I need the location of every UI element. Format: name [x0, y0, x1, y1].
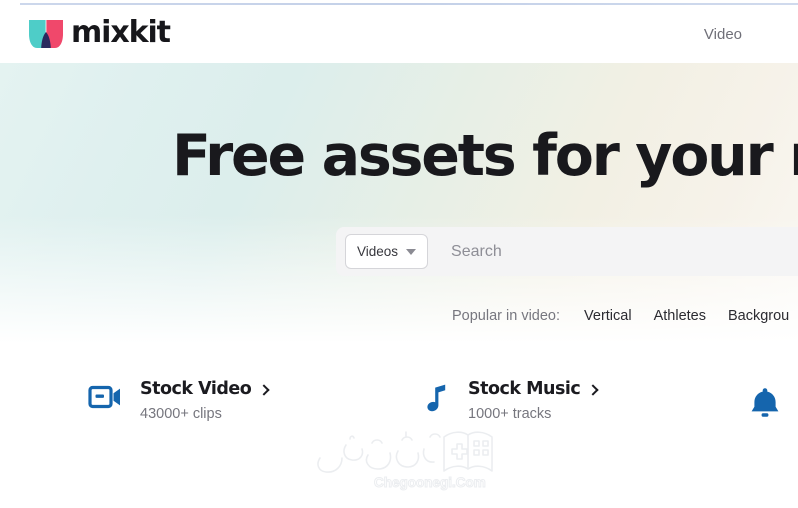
popular-link-athletes[interactable]: Athletes [654, 308, 706, 324]
card-stock-music[interactable]: Stock Music 1000+ tracks [424, 379, 599, 423]
search-bar: Videos [336, 227, 798, 276]
card-stock-video-title-label: Stock Video [140, 379, 252, 399]
card-stock-video[interactable]: Stock Video 43000+ clips [88, 379, 270, 423]
card-stock-video-text: Stock Video 43000+ clips [140, 379, 270, 423]
card-stock-music-title-label: Stock Music [468, 379, 581, 399]
notification-bell-button[interactable] [748, 385, 782, 426]
search-input[interactable] [451, 227, 798, 276]
popular-link-vertical[interactable]: Vertical [584, 308, 632, 324]
brand-logo[interactable]: mixkit [28, 15, 171, 50]
bell-icon [751, 388, 779, 417]
category-cards: Stock Video 43000+ clips Stock Music 100… [0, 375, 798, 445]
chevron-right-icon [258, 383, 270, 396]
card-stock-music-title: Stock Music [468, 379, 599, 399]
music-note-icon [427, 384, 446, 412]
card-stock-music-text: Stock Music 1000+ tracks [468, 379, 599, 423]
card-stock-music-subtitle: 1000+ tracks [468, 406, 552, 423]
watermark-text: Chegoonegi.Com [374, 475, 486, 490]
site-header: mixkit Video [0, 5, 798, 63]
card-stock-video-title: Stock Video [140, 379, 270, 399]
video-camera-icon [88, 385, 120, 409]
popular-label: Popular in video: [452, 308, 561, 324]
card-stock-video-subtitle: 43000+ clips [140, 406, 222, 423]
main-nav: Video [676, 5, 798, 63]
brand-name: mixkit [71, 15, 171, 50]
nav-item-video[interactable]: Video [676, 26, 770, 43]
popular-searches: Popular in video: Vertical Athletes Back… [452, 308, 789, 324]
chevron-right-icon [587, 383, 599, 396]
search-category-dropdown[interactable]: Videos [345, 234, 429, 269]
mixkit-bowtie-logo-icon [29, 20, 63, 48]
popular-link-backgrounds[interactable]: Backgrou [728, 308, 789, 324]
chevron-down-icon [406, 248, 417, 255]
page-title: Free assets for your next [172, 123, 798, 189]
search-category-label: Videos [357, 243, 399, 259]
